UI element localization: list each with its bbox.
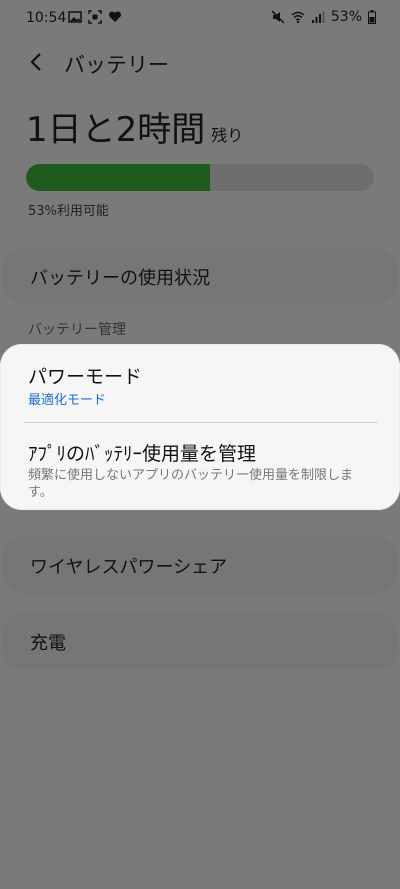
power-mode-title: パワーモード — [28, 366, 143, 388]
section-title-battery-management: バッテリー管理 — [28, 322, 126, 338]
wifi-icon — [291, 11, 305, 24]
time-left-suffix: 残り — [211, 126, 244, 145]
battery-level-fill — [26, 164, 211, 191]
battery-usage-card[interactable]: バッテリーの使用状況 — [2, 247, 398, 305]
signal-icon — [311, 11, 325, 23]
battery-time-remaining: 1日と2時間 残り — [26, 110, 243, 150]
manage-app-battery-title: ｱﾌﾟﾘのﾊﾞｯﾃﾘｰ使用量を管理 — [28, 443, 257, 465]
page-title: バッテリー — [64, 53, 169, 77]
image-icon — [68, 11, 82, 23]
battery-management-card: パワーモード 最適化モード ｱﾌﾟﾘのﾊﾞｯﾃﾘｰ使用量を管理 頻繁に使用しない… — [0, 344, 400, 510]
status-left-icons — [68, 10, 122, 24]
mute-icon — [271, 10, 285, 24]
heart-icon — [108, 11, 122, 22]
battery-level-bar — [26, 164, 374, 191]
charging-card[interactable]: 充電 — [2, 612, 398, 670]
app-header: バッテリー — [0, 42, 400, 82]
status-bar: 10:54 53% — [0, 0, 400, 36]
power-mode-item[interactable]: パワーモード 最適化モード — [0, 344, 400, 422]
back-button[interactable] — [22, 48, 50, 76]
power-mode-value: 最適化モード — [28, 393, 107, 408]
manage-app-battery-description: 頻繁に使用しないアプリのバッテリー使用量を制限します。 — [28, 468, 354, 500]
battery-icon — [368, 10, 376, 24]
status-time: 10:54 — [26, 10, 67, 26]
charging-label: 充電 — [30, 633, 66, 654]
back-arrow-icon — [30, 53, 41, 71]
battery-usage-label: バッテリーの使用状況 — [30, 268, 210, 289]
time-left-value: 1日と2時間 — [26, 110, 206, 150]
manage-app-battery-item[interactable]: ｱﾌﾟﾘのﾊﾞｯﾃﾘｰ使用量を管理 頻繁に使用しないアプリのバッテリー使用量を制… — [0, 423, 400, 509]
wireless-powershare-card[interactable]: ワイヤレスパワーシェア — [2, 536, 398, 594]
wireless-powershare-label: ワイヤレスパワーシェア — [30, 557, 228, 578]
battery-available-text: 53%利用可能 — [28, 204, 109, 219]
screenshot-icon — [88, 10, 102, 24]
status-right-icons: 53% — [271, 9, 376, 25]
battery-percent: 53% — [330, 9, 362, 25]
